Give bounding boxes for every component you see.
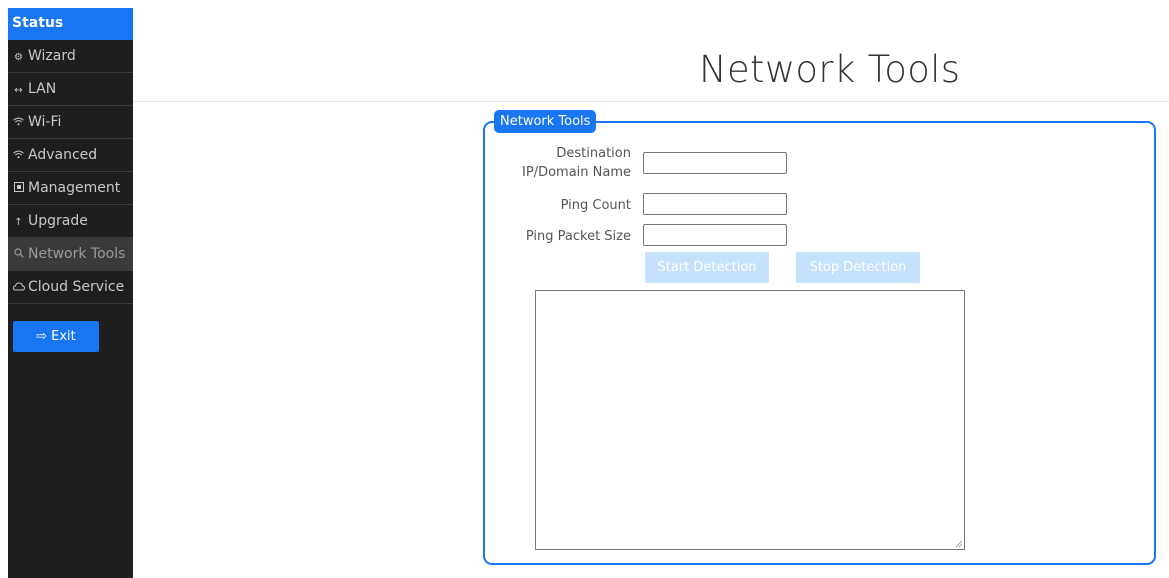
- wifi-icon: [12, 140, 25, 171]
- sidebar-item-cloud-service[interactable]: Cloud Service: [8, 271, 133, 304]
- destination-label: Destination IP/Domain Name: [522, 144, 631, 182]
- sidebar-item-lan[interactable]: ↔ LAN: [8, 73, 133, 106]
- sidebar-item-management[interactable]: Management: [8, 172, 133, 205]
- sidebar-item-label: Upgrade: [28, 213, 88, 229]
- sidebar-item-label: Wizard: [28, 48, 76, 64]
- ping-count-label: Ping Count: [560, 198, 631, 213]
- resize-grip-icon[interactable]: [955, 540, 963, 548]
- upgrade-icon: ↑: [14, 217, 23, 228]
- sidebar-item-wizard[interactable]: ⚙ Wizard: [8, 40, 133, 73]
- panel-legend: Network Tools: [494, 110, 597, 133]
- exit-button-label: Exit: [51, 329, 76, 344]
- sidebar-item-label: Management: [28, 180, 121, 196]
- sidebar-item-label: Wi-Fi: [28, 114, 62, 130]
- cloud-icon: [12, 272, 25, 303]
- destination-label-line1: Destination: [556, 146, 631, 161]
- sidebar-item-label: Cloud Service: [28, 279, 125, 295]
- title-divider: [133, 101, 1169, 102]
- ping-count-input[interactable]: [643, 193, 787, 215]
- gear-icon: ⚙: [14, 52, 23, 63]
- sidebar-item-label: Status: [12, 15, 64, 31]
- stop-detection-button[interactable]: Stop Detection: [796, 252, 920, 283]
- sidebar-item-network-tools[interactable]: Network Tools: [8, 238, 133, 271]
- output-textarea[interactable]: [535, 290, 965, 550]
- start-detection-button[interactable]: Start Detection: [645, 252, 769, 283]
- sidebar-item-advanced[interactable]: Advanced: [8, 139, 133, 172]
- exit-icon: ⇨: [36, 329, 48, 344]
- sidebar-item-label: Advanced: [28, 147, 98, 163]
- destination-label-line2: IP/Domain Name: [522, 165, 631, 180]
- search-icon: [12, 239, 25, 270]
- sidebar-item-label: Network Tools: [28, 246, 126, 262]
- sidebar-item-upgrade[interactable]: ↑ Upgrade: [8, 205, 133, 238]
- sidebar-item-status[interactable]: Status: [8, 8, 133, 40]
- sidebar: Status ⚙ Wizard ↔ LAN Wi-Fi Advanced Manag…: [8, 8, 133, 578]
- sidebar-item-label: LAN: [28, 81, 57, 97]
- ping-packet-size-label: Ping Packet Size: [525, 229, 631, 244]
- sidebar-item-wifi[interactable]: Wi-Fi: [8, 106, 133, 139]
- page-title: Network Tools: [699, 48, 961, 91]
- arrows-icon: ↔: [14, 85, 23, 96]
- wifi-icon: [12, 107, 25, 138]
- exit-button[interactable]: ⇨ Exit: [13, 321, 99, 352]
- management-icon: [12, 173, 25, 204]
- ping-packet-size-input[interactable]: [643, 224, 787, 246]
- destination-input[interactable]: [643, 152, 787, 174]
